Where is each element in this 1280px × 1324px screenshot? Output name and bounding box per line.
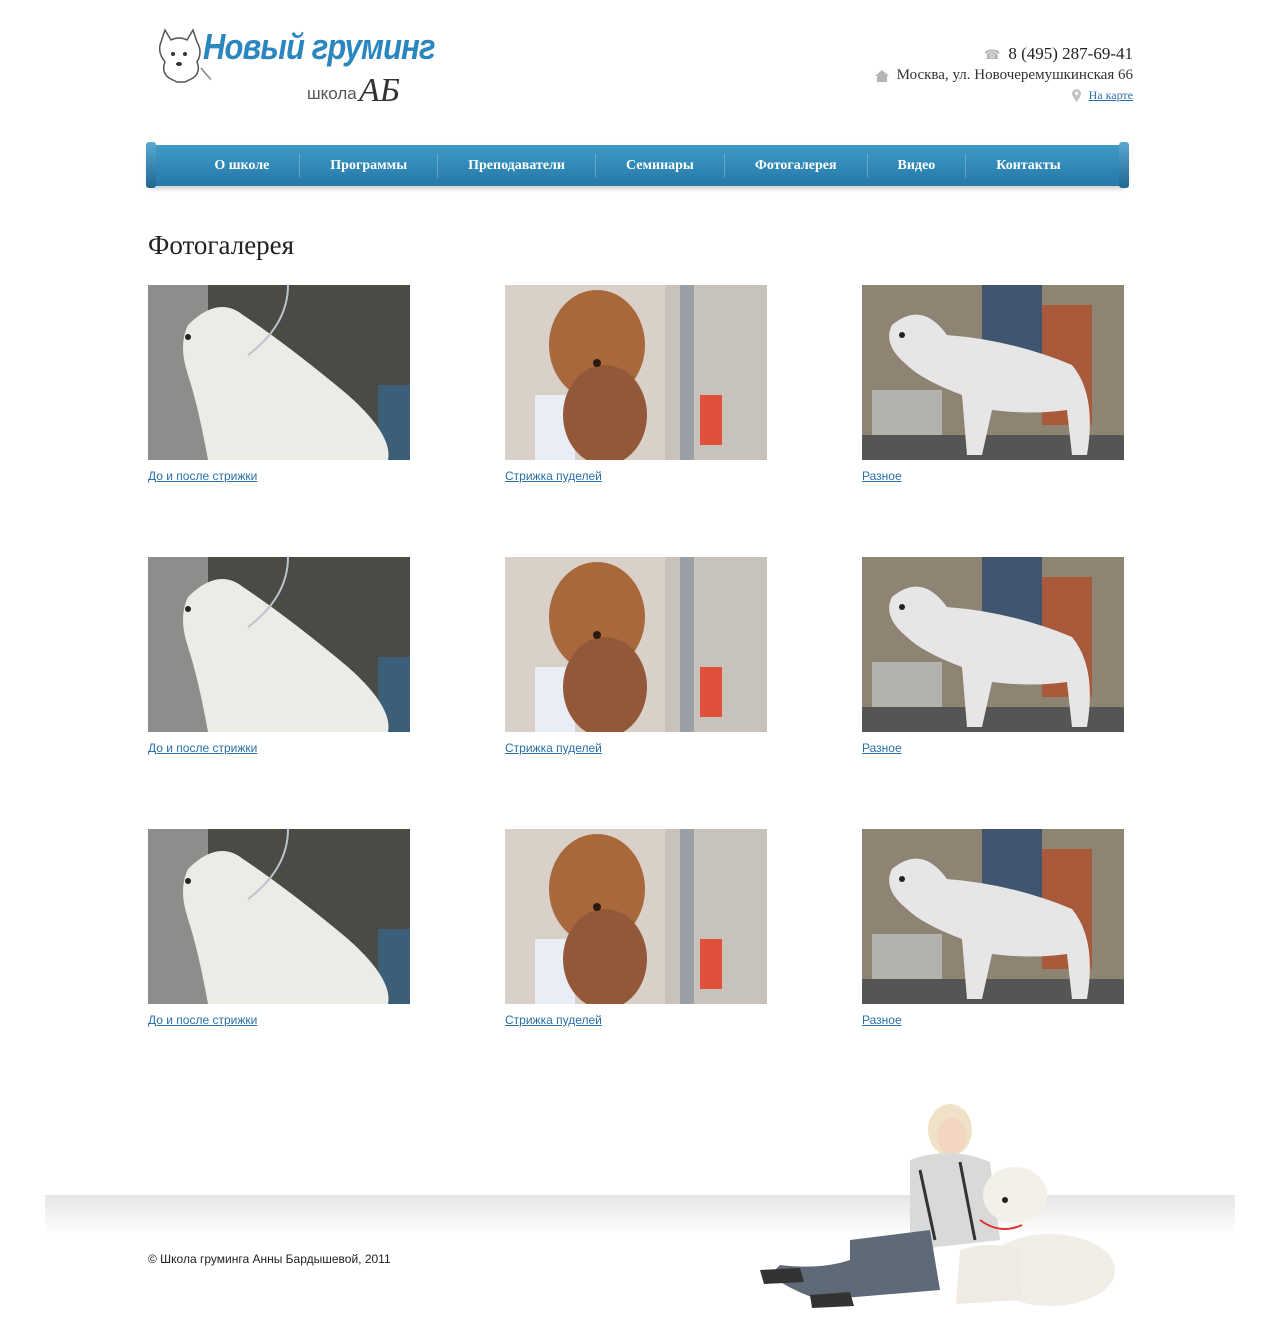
gallery-photo-terrier[interactable] — [148, 285, 410, 460]
map-pin-icon — [1071, 89, 1081, 102]
gallery-item: Разное — [862, 285, 1124, 483]
gallery-caption-link[interactable]: Разное — [862, 1013, 1124, 1027]
nav-item-contacts[interactable]: Контакты — [965, 153, 1090, 178]
gallery-photo-schnauzer[interactable] — [862, 285, 1124, 460]
map-link[interactable]: На карте — [1089, 88, 1133, 103]
footer-copyright: © Школа груминга Анны Бардышевой, 2011 — [148, 1252, 391, 1266]
gallery-photo-poodle[interactable] — [505, 285, 767, 460]
logo-title: Новый груминг — [203, 26, 435, 67]
gallery-caption-link[interactable]: Стрижка пуделей — [505, 741, 767, 755]
nav-item-video[interactable]: Видео — [866, 153, 966, 178]
footer-photo-woman-with-poodle — [760, 1104, 1115, 1308]
gallery-caption-link[interactable]: Стрижка пуделей — [505, 1013, 767, 1027]
gallery-photo-terrier[interactable] — [148, 829, 410, 1004]
main-nav: О школе Программы Преподаватели Семинары… — [146, 142, 1129, 188]
address-line: Москва, ул. Новочеремушкинская 66 — [874, 67, 1133, 84]
logo-monogram: АБ — [359, 72, 400, 109]
gallery-caption-link[interactable]: До и после стрижки — [148, 741, 410, 755]
gallery-caption-link[interactable]: Разное — [862, 469, 1124, 483]
nav-item-programs[interactable]: Программы — [299, 153, 437, 178]
gallery-caption-link[interactable]: До и после стрижки — [148, 1013, 410, 1027]
gallery-item: Разное — [862, 829, 1124, 1027]
gallery-photo-poodle[interactable] — [505, 829, 767, 1004]
gallery-caption-link[interactable]: Разное — [862, 741, 1124, 755]
nav-item-gallery[interactable]: Фотогалерея — [723, 153, 867, 178]
contacts-block: ☎ 8 (495) 287-69-41 Москва, ул. Новочере… — [874, 44, 1133, 103]
gallery-item: До и после стрижки — [148, 829, 410, 1027]
gallery-item: До и после стрижки — [148, 285, 410, 483]
nav-item-seminars[interactable]: Семинары — [594, 153, 724, 178]
page-title: Фотогалерея — [148, 230, 295, 260]
home-icon — [874, 69, 889, 82]
phone-icon: ☎ — [984, 46, 1001, 62]
gallery-item: Стрижка пуделей — [505, 557, 767, 755]
gallery-caption-link[interactable]: Стрижка пуделей — [505, 469, 767, 483]
gallery-photo-schnauzer[interactable] — [862, 557, 1124, 732]
gallery-item: Стрижка пуделей — [505, 829, 767, 1027]
gallery-photo-poodle[interactable] — [505, 557, 767, 732]
gallery-item: До и после стрижки — [148, 557, 410, 755]
map-line: На карте — [875, 88, 1133, 103]
nav-item-teachers[interactable]: Преподаватели — [437, 153, 595, 178]
gallery-photo-terrier[interactable] — [148, 557, 410, 732]
gallery-photo-schnauzer[interactable] — [862, 829, 1124, 1004]
phone-number: 8 (495) 287-69-41 — [1008, 44, 1133, 63]
gallery-caption-link[interactable]: До и после стрижки — [148, 469, 410, 483]
nav-item-about[interactable]: О школе — [184, 154, 299, 178]
gallery-item: Разное — [862, 557, 1124, 755]
site-logo[interactable]: Новый груминг школа АБ — [155, 26, 435, 116]
gallery-item: Стрижка пуделей — [505, 285, 767, 483]
phone-line: ☎ 8 (495) 287-69-41 — [875, 44, 1133, 64]
address-text: Москва, ул. Новочеремушкинская 66 — [896, 67, 1133, 83]
logo-subtitle: школа — [307, 84, 357, 103]
